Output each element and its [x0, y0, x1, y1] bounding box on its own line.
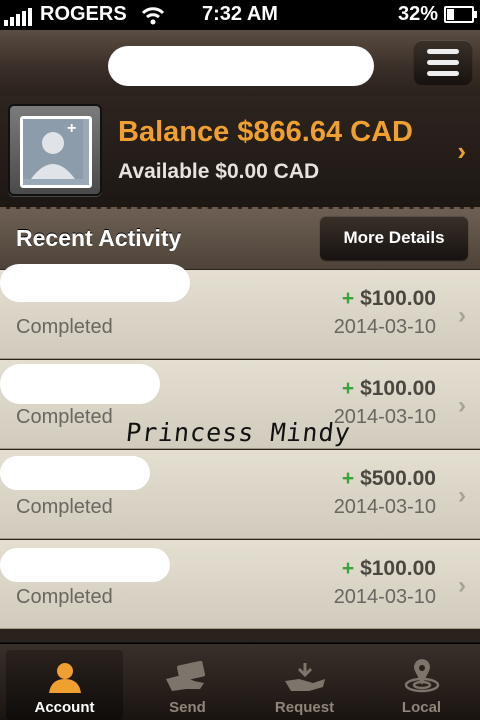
status-bar: ROGERS 7:32 AM 32%: [0, 0, 480, 30]
activity-list: Completed + $100.00 2014-03-10 › Complete…: [0, 264, 480, 642]
activity-amount: + $100.00: [341, 377, 436, 400]
activity-amount: + $100.00: [341, 287, 436, 310]
activity-date: 2014-03-10: [333, 586, 436, 608]
activity-row[interactable]: Completed + $100.00 2014-03-10 ›: [0, 264, 480, 359]
local-pin-icon: [404, 659, 439, 693]
activity-date: 2014-03-10: [333, 316, 436, 338]
tab-label: Request: [274, 699, 335, 716]
battery-percent: 32%: [397, 3, 438, 25]
tab-label: Send: [169, 699, 206, 716]
activity-status: Completed: [16, 586, 113, 608]
tab-account[interactable]: Account: [6, 650, 123, 720]
user-profile-placeholder-icon: +: [20, 116, 92, 188]
battery-group: 32%: [397, 3, 477, 26]
redacted-name: [0, 264, 190, 302]
tab-label: Account: [34, 699, 95, 716]
avatar: +: [8, 104, 102, 196]
account-person-icon: [48, 663, 81, 693]
tab-local[interactable]: Local: [363, 644, 480, 720]
chevron-right-icon: ›: [458, 302, 466, 329]
tab-bar: Account Send Request Local: [0, 643, 480, 720]
send-money-icon: [165, 661, 205, 691]
recent-activity-header: Recent Activity More Details: [0, 209, 480, 270]
navigation-bar: [0, 30, 480, 97]
activity-row[interactable]: Completed + $500.00 2014-03-10 ›: [0, 450, 480, 539]
balance-amount: Balance $866.64 CAD: [118, 116, 413, 148]
redacted-name: [0, 364, 160, 404]
chevron-right-icon: ›: [458, 572, 466, 599]
more-details-button[interactable]: More Details: [320, 216, 468, 260]
activity-status: Completed: [16, 316, 113, 338]
activity-status: Completed: [16, 496, 113, 518]
chevron-right-icon: ›: [458, 482, 466, 509]
tab-label: Local: [401, 699, 442, 716]
available-amount: Available $0.00 CAD: [118, 160, 320, 183]
hamburger-menu-icon[interactable]: [414, 40, 472, 84]
activity-date: 2014-03-10: [333, 496, 436, 518]
recent-activity-title: Recent Activity: [16, 225, 182, 251]
redacted-name: [0, 456, 150, 490]
handwritten-watermark: Princess Mindy: [124, 418, 353, 447]
activity-row[interactable]: Completed + $100.00 2014-03-10 ›: [0, 540, 480, 629]
redacted-name: [0, 548, 170, 582]
chevron-right-icon: ›: [457, 136, 466, 166]
battery-icon: [444, 6, 477, 23]
request-money-icon: [284, 663, 325, 691]
activity-amount: + $500.00: [341, 467, 436, 490]
tab-request[interactable]: Request: [246, 644, 363, 720]
chevron-right-icon: ›: [458, 392, 466, 419]
balance-panel[interactable]: + Balance $866.64 CAD Available $0.00 CA…: [0, 96, 480, 209]
svg-text:+: +: [67, 120, 76, 137]
activity-amount: + $100.00: [341, 557, 436, 580]
redacted-title: [108, 46, 374, 86]
activity-status: Completed: [16, 406, 113, 428]
tab-send[interactable]: Send: [129, 644, 246, 720]
